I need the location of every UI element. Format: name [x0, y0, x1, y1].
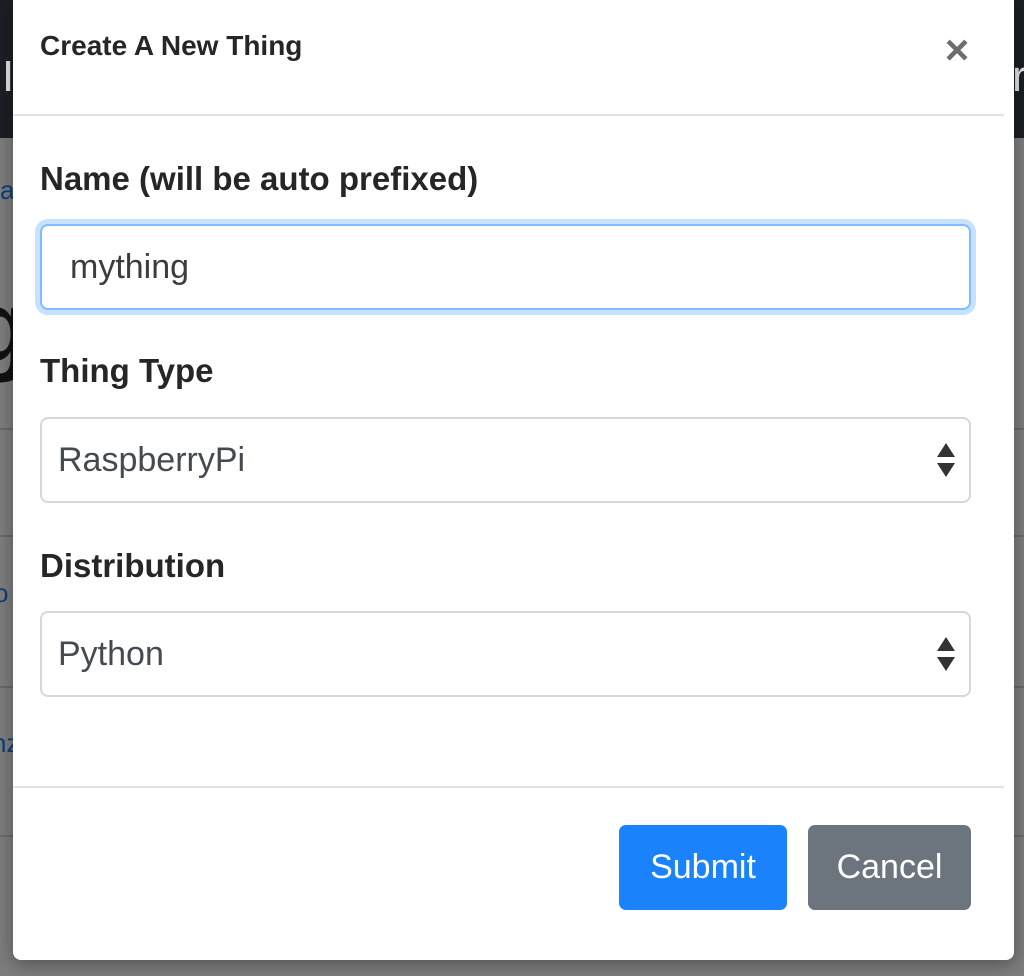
- thing-type-selected-value: RaspberryPi: [58, 441, 246, 479]
- updown-arrows-icon: [937, 635, 955, 675]
- distribution-selected-value: Python: [58, 635, 164, 673]
- close-icon[interactable]: ×: [935, 28, 979, 72]
- updown-arrows-icon: [937, 441, 955, 481]
- modal-footer-divider: [13, 786, 1004, 788]
- name-field-label: Name (will be auto prefixed): [40, 160, 479, 197]
- cancel-button[interactable]: Cancel: [808, 825, 971, 910]
- modal-header: Create A New Thing ×: [13, 0, 1004, 116]
- modal-title: Create A New Thing: [40, 30, 303, 61]
- name-input[interactable]: [40, 224, 971, 310]
- thing-type-label: Thing Type: [40, 352, 214, 389]
- distribution-select[interactable]: Python: [40, 611, 971, 697]
- background-link-fragment: o: [0, 578, 9, 608]
- create-thing-modal: Create A New Thing × Name (will be auto …: [13, 0, 1014, 960]
- thing-type-select[interactable]: RaspberryPi: [40, 417, 971, 503]
- distribution-label: Distribution: [40, 547, 226, 584]
- submit-button[interactable]: Submit: [619, 825, 787, 910]
